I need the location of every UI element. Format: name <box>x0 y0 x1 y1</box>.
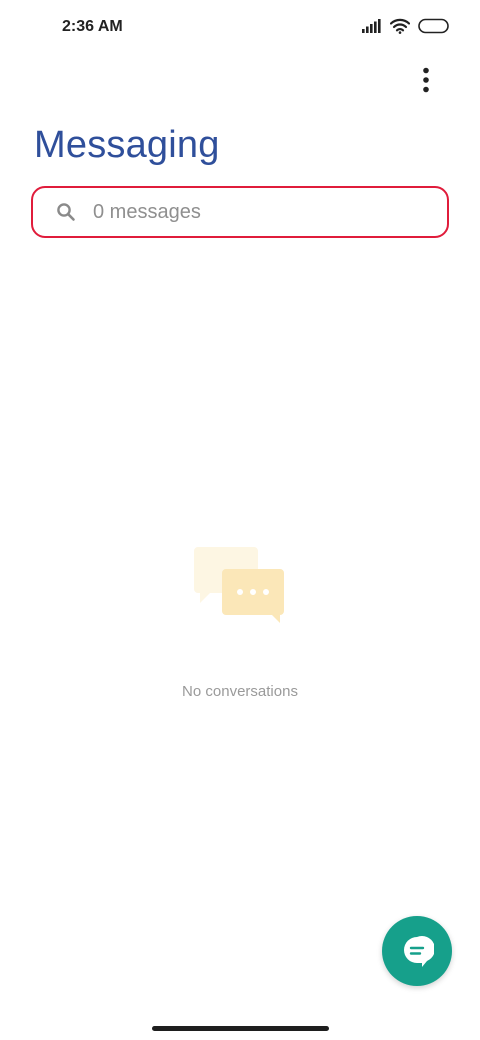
new-message-button[interactable] <box>382 916 452 986</box>
signal-icon <box>362 19 381 33</box>
status-icons <box>362 18 450 34</box>
chat-bubbles-icon <box>194 547 284 623</box>
search-input[interactable] <box>91 199 415 225</box>
new-message-icon <box>404 936 434 967</box>
more-vert-icon <box>423 67 429 93</box>
page-title: Messaging <box>34 124 220 166</box>
status-time: 2:36 AM <box>62 18 123 35</box>
gesture-nav-bar[interactable] <box>152 1026 329 1031</box>
status-bar: 2:36 AM <box>0 0 480 56</box>
search-box[interactable] <box>31 186 449 238</box>
wifi-icon <box>390 18 410 34</box>
more-options-button[interactable] <box>412 66 440 94</box>
empty-state-text: No conversations <box>182 683 298 700</box>
search-icon <box>55 201 77 223</box>
messaging-screen: 2:36 AM Messaging 0 messages No conversa… <box>0 0 480 1040</box>
battery-icon <box>418 18 449 34</box>
